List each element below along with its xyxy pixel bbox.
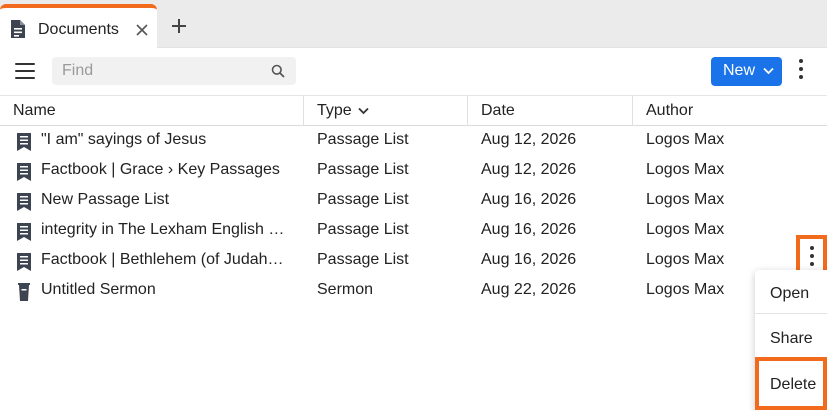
document-icon <box>11 20 25 38</box>
passage-list-icon <box>17 223 31 241</box>
new-button-label: New <box>723 62 756 79</box>
table-row[interactable]: Factbook | Bethlehem (of Judah… Passage … <box>0 246 827 276</box>
column-divider[interactable] <box>303 96 304 126</box>
sort-chevron-down-icon <box>358 107 369 115</box>
row-type: Passage List <box>317 251 409 268</box>
menu-divider <box>755 313 827 314</box>
row-author: Logos Max <box>646 251 725 268</box>
row-date: Aug 16, 2026 <box>481 191 577 208</box>
row-type: Sermon <box>317 281 374 298</box>
column-header-type-label: Type <box>317 102 352 119</box>
tab-label: Documents <box>38 21 119 38</box>
row-type: Passage List <box>317 221 409 238</box>
column-header-date[interactable]: Date <box>481 96 515 126</box>
sermon-icon <box>18 283 30 301</box>
more-options-icon[interactable] <box>797 59 805 81</box>
column-divider[interactable] <box>467 96 468 126</box>
row-name: New Passage List <box>41 191 170 208</box>
passage-list-icon <box>17 253 31 271</box>
document-list: "I am" sayings of Jesus Passage List Aug… <box>0 126 827 306</box>
row-type: Passage List <box>317 161 409 178</box>
row-name: Factbook | Bethlehem (of Judah… <box>41 251 284 268</box>
row-name: Untitled Sermon <box>41 281 156 298</box>
table-row[interactable]: integrity in The Lexham English … Passag… <box>0 216 827 246</box>
row-date: Aug 22, 2026 <box>481 281 577 298</box>
row-date: Aug 12, 2026 <box>481 131 577 148</box>
row-type: Passage List <box>317 131 409 148</box>
menu-item-delete-label: Delete <box>770 376 817 393</box>
menu-item-share[interactable]: Share <box>755 318 827 358</box>
passage-list-icon <box>17 193 31 211</box>
menu-item-open-label: Open <box>770 285 810 302</box>
menu-item-delete[interactable]: Delete <box>755 357 827 410</box>
row-author: Logos Max <box>646 191 725 208</box>
table-row[interactable]: Factbook | Grace › Key Passages Passage … <box>0 156 827 186</box>
row-type: Passage List <box>317 191 409 208</box>
menu-item-share-label: Share <box>770 330 813 347</box>
search-input[interactable] <box>62 57 262 85</box>
plus-icon[interactable] <box>170 17 188 35</box>
column-divider[interactable] <box>632 96 633 126</box>
passage-list-icon <box>17 133 31 151</box>
table-row[interactable]: "I am" sayings of Jesus Passage List Aug… <box>0 126 827 156</box>
close-icon[interactable] <box>135 23 149 37</box>
passage-list-icon <box>17 163 31 181</box>
table-row[interactable]: New Passage List Passage List Aug 16, 20… <box>0 186 827 216</box>
tab-documents[interactable]: Documents <box>0 4 157 49</box>
row-date: Aug 16, 2026 <box>481 251 577 268</box>
new-button[interactable]: New <box>711 57 782 86</box>
toolbar: New <box>0 48 827 94</box>
chevron-down-icon <box>763 67 774 75</box>
row-author: Logos Max <box>646 161 725 178</box>
table-row[interactable]: Untitled Sermon Sermon Aug 22, 2026 Logo… <box>0 276 827 306</box>
column-header-name[interactable]: Name <box>13 96 56 126</box>
hamburger-menu-icon[interactable] <box>15 63 35 79</box>
row-date: Aug 12, 2026 <box>481 161 577 178</box>
column-header-type[interactable]: Type <box>317 96 369 126</box>
tab-bar: Documents <box>0 0 827 49</box>
search-icon[interactable] <box>271 64 285 78</box>
row-author: Logos Max <box>646 131 725 148</box>
search-box <box>52 57 296 85</box>
column-header-author[interactable]: Author <box>646 96 693 126</box>
row-name: integrity in The Lexham English … <box>41 221 285 238</box>
menu-item-open[interactable]: Open <box>755 273 827 313</box>
row-name: Factbook | Grace › Key Passages <box>41 161 280 178</box>
row-author: Logos Max <box>646 221 725 238</box>
row-author: Logos Max <box>646 281 725 298</box>
table-header: Name Type Date Author <box>0 95 827 126</box>
more-vertical-icon <box>810 246 814 270</box>
row-name: "I am" sayings of Jesus <box>41 131 207 148</box>
row-date: Aug 16, 2026 <box>481 221 577 238</box>
